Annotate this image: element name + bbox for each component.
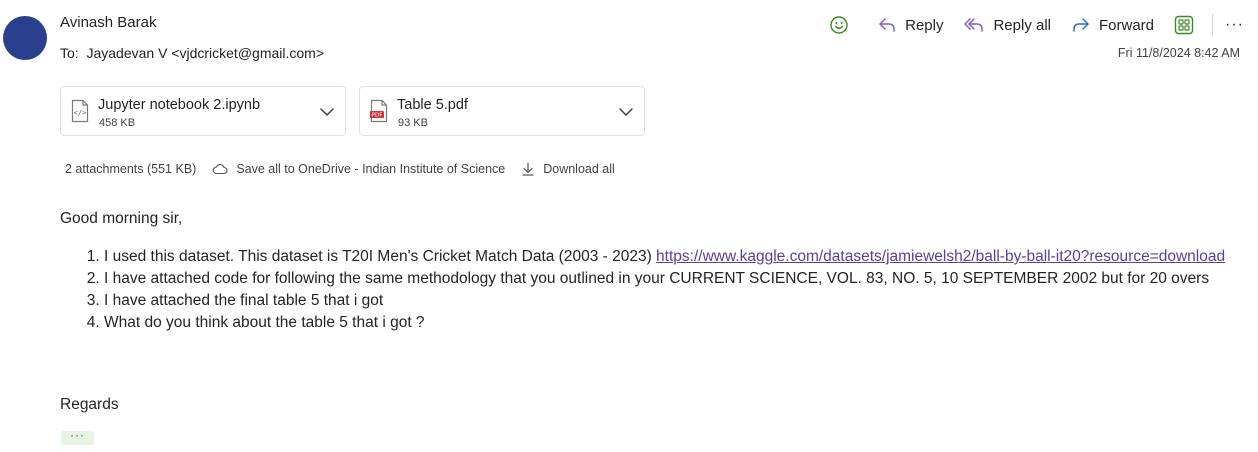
download-all-label: Download all (543, 162, 615, 176)
sender-name[interactable]: Avinash Barak (60, 14, 156, 31)
dataset-link[interactable]: https://www.kaggle.com/datasets/jamiewel… (656, 248, 1225, 265)
closing: Regards (60, 396, 119, 413)
message-actions: Reply Reply all Forward ··· (829, 10, 1244, 40)
list-item: What do you think about the table 5 that… (104, 312, 1240, 334)
chevron-down-icon[interactable] (618, 104, 634, 120)
list-item-text: What do you think about the table 5 that… (104, 314, 425, 331)
attachment-bar: 2 attachments (551 KB) Save all to OneDr… (65, 162, 631, 176)
apps-grid-icon (1174, 15, 1194, 35)
to-label: To: (60, 45, 79, 61)
attachment-summary: 2 attachments (551 KB) (65, 162, 196, 176)
attachment-ipynb[interactable]: </> Jupyter notebook 2.ipynb 458 KB (60, 86, 346, 136)
attachment-name: Table 5.pdf (397, 97, 468, 113)
forward-button[interactable]: Forward (1071, 16, 1154, 34)
recipient[interactable]: Jayadevan V <vjdcricket@gmail.com> (86, 45, 324, 61)
attachment-name: Jupyter notebook 2.ipynb (98, 97, 261, 113)
notebook-file-icon: </> (71, 99, 89, 123)
apps-button[interactable] (1174, 15, 1202, 35)
react-button[interactable] (829, 15, 857, 35)
attachment-summary-text: 2 attachments (551 KB) (65, 162, 197, 176)
download-all-button[interactable]: Download all (521, 162, 615, 176)
attachment-size: 458 KB (99, 117, 136, 129)
chevron-down-icon[interactable] (319, 104, 335, 120)
forward-icon (1073, 18, 1089, 32)
reply-all-button[interactable]: Reply all (963, 16, 1051, 34)
list-item-text: I have attached the final table 5 that i… (104, 292, 384, 309)
svg-text:PDF: PDF (372, 113, 383, 119)
cloud-icon (213, 164, 228, 175)
actions-divider (1212, 14, 1214, 36)
list-item-text: I have attached code for following the s… (104, 270, 1210, 287)
save-to-onedrive-button[interactable]: Save all to OneDrive - Indian Institute … (212, 162, 505, 176)
more-actions-button[interactable]: ··· (1225, 16, 1244, 34)
reply-button[interactable]: Reply (877, 16, 943, 34)
reply-all-label: Reply all (993, 16, 1051, 34)
svg-text:</>: </> (74, 109, 87, 117)
message-list: I used this dataset. This dataset is T20… (60, 246, 1240, 334)
list-item: I have attached code for following the s… (104, 268, 1240, 290)
sent-timestamp: Fri 11/8/2024 8:42 AM (1117, 46, 1240, 60)
reply-label: Reply (905, 16, 944, 34)
download-icon (522, 162, 534, 176)
attachment-pdf[interactable]: PDF Table 5.pdf 93 KB (359, 86, 645, 136)
greeting: Good morning sir, (60, 210, 183, 227)
show-quoted-text-button[interactable]: ··· (61, 429, 94, 445)
sender-avatar[interactable] (3, 16, 47, 60)
recipients-line: To: Jayadevan V <vjdcricket@gmail.com> (60, 45, 324, 61)
reply-all-icon (964, 18, 984, 32)
list-item: I used this dataset. This dataset is T20… (104, 246, 1240, 268)
attachment-size: 93 KB (398, 117, 428, 129)
smiley-icon (830, 16, 848, 34)
more-icon: ··· (1225, 16, 1244, 33)
list-item-text: I used this dataset. This dataset is T20… (104, 248, 657, 265)
forward-label: Forward (1099, 16, 1155, 34)
save-to-onedrive-label: Save all to OneDrive - Indian Institute … (236, 162, 506, 176)
message-body: Good morning sir, I used this dataset. T… (60, 208, 1240, 334)
reply-icon (879, 18, 895, 32)
pdf-file-icon: PDF (370, 99, 388, 123)
list-item: I have attached the final table 5 that i… (104, 290, 1240, 312)
